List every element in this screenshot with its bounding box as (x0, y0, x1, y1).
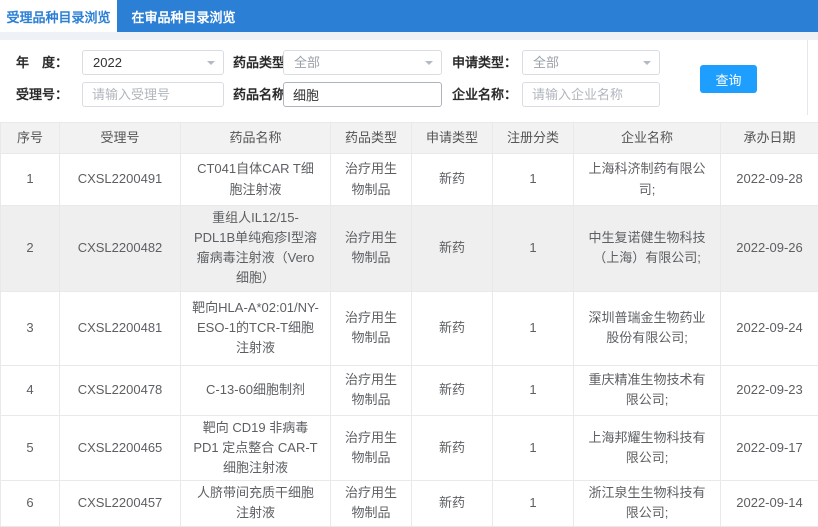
tab-under-review-catalog-label: 在审品种目录浏览 (131, 7, 235, 26)
table-row[interactable]: 1 CXSL2200491 CT041自体CAR T细胞注射液 治疗用生物制品 … (1, 154, 818, 206)
drug-name-input[interactable] (283, 82, 442, 107)
cell-reg-class: 1 (493, 480, 574, 526)
cell-accept-no: CXSL2200482 (60, 206, 181, 292)
header-reg-class: 注册分类 (493, 123, 574, 154)
cell-company: 重庆精准生物技术有限公司; (574, 365, 721, 415)
cell-date: 2022-09-23 (721, 365, 818, 415)
cell-reg-class: 1 (493, 154, 574, 206)
header-drug-type: 药品类型 (331, 123, 412, 154)
table-row[interactable]: 5 CXSL2200465 靶向 CD19 非病毒 PD1 定点整合 CAR-T… (1, 415, 818, 480)
tab-accepted-catalog-label: 受理品种目录浏览 (6, 7, 110, 26)
cell-accept-no: CXSL2200478 (60, 365, 181, 415)
results-table-wrapper: 序号 受理号 药品名称 药品类型 申请类型 注册分类 企业名称 承办日期 1 C… (0, 122, 818, 527)
tab-accepted-catalog[interactable]: 受理品种目录浏览 (0, 0, 117, 32)
tab-bar: 受理品种目录浏览 在审品种目录浏览 (0, 0, 818, 32)
chevron-down-icon (425, 61, 433, 69)
divider (0, 32, 818, 40)
year-label: 年 度： (16, 50, 68, 75)
cell-drug-type: 治疗用生物制品 (331, 415, 412, 480)
cell-accept-no: CXSL2200457 (60, 480, 181, 526)
header-apply-type: 申请类型 (412, 123, 493, 154)
cell-apply-type: 新药 (412, 365, 493, 415)
cell-drug-name: 靶向 CD19 非病毒 PD1 定点整合 CAR-T 细胞注射液 (181, 415, 331, 480)
cell-drug-type: 治疗用生物制品 (331, 206, 412, 292)
cell-no: 5 (1, 415, 60, 480)
cell-company: 浙江泉生生物科技有限公司; (574, 480, 721, 526)
cell-drug-name: CT041自体CAR T细胞注射液 (181, 154, 331, 206)
table-header-row: 序号 受理号 药品名称 药品类型 申请类型 注册分类 企业名称 承办日期 (1, 123, 818, 154)
table-row[interactable]: 6 CXSL2200457 人脐带间充质干细胞注射液 治疗用生物制品 新药 1 … (1, 480, 818, 526)
cell-no: 4 (1, 365, 60, 415)
cell-drug-type: 治疗用生物制品 (331, 365, 412, 415)
apply-type-select-value: 全部 (533, 51, 559, 74)
accept-no-label: 受理号： (16, 82, 68, 107)
apply-type-label: 申请类型： (452, 50, 517, 75)
table-row[interactable]: 3 CXSL2200481 靶向HLA-A*02:01/NY-ESO-1的TCR… (1, 291, 818, 365)
cell-no: 6 (1, 480, 60, 526)
cell-reg-class: 1 (493, 415, 574, 480)
cell-drug-name: 靶向HLA-A*02:01/NY-ESO-1的TCR-T细胞注射液 (181, 291, 331, 365)
header-accept-no: 受理号 (60, 123, 181, 154)
cell-reg-class: 1 (493, 291, 574, 365)
table-row[interactable]: 4 CXSL2200478 C-13-60细胞制剂 治疗用生物制品 新药 1 重… (1, 365, 818, 415)
tab-under-review-catalog[interactable]: 在审品种目录浏览 (117, 0, 250, 32)
cell-no: 2 (1, 206, 60, 292)
chevron-down-icon (643, 61, 651, 69)
apply-type-select[interactable]: 全部 (522, 50, 660, 75)
chevron-down-icon (207, 61, 215, 69)
cell-no: 3 (1, 291, 60, 365)
cell-drug-type: 治疗用生物制品 (331, 480, 412, 526)
results-table: 序号 受理号 药品名称 药品类型 申请类型 注册分类 企业名称 承办日期 1 C… (0, 122, 818, 527)
cell-apply-type: 新药 (412, 206, 493, 292)
cell-drug-type: 治疗用生物制品 (331, 291, 412, 365)
cell-drug-name: 重组人IL12/15-PDL1B单纯疱疹Ⅰ型溶瘤病毒注射液（Vero细胞） (181, 206, 331, 292)
cell-reg-class: 1 (493, 365, 574, 415)
cell-date: 2022-09-26 (721, 206, 818, 292)
cell-apply-type: 新药 (412, 480, 493, 526)
filter-panel: 年 度： 2022 药品类型： 全部 申请类型： 全部 受理号： 药品名称： 企… (0, 40, 808, 115)
company-label: 企业名称： (452, 82, 517, 107)
cell-no: 1 (1, 154, 60, 206)
cell-date: 2022-09-28 (721, 154, 818, 206)
cell-drug-name: 人脐带间充质干细胞注射液 (181, 480, 331, 526)
cell-company: 深圳普瑞金生物药业股份有限公司; (574, 291, 721, 365)
cell-date: 2022-09-24 (721, 291, 818, 365)
cell-company: 上海科济制药有限公司; (574, 154, 721, 206)
query-button[interactable]: 查询 (700, 65, 757, 93)
accept-no-input[interactable] (82, 82, 224, 107)
header-date: 承办日期 (721, 123, 818, 154)
cell-date: 2022-09-17 (721, 415, 818, 480)
cell-apply-type: 新药 (412, 415, 493, 480)
header-no: 序号 (1, 123, 60, 154)
cell-date: 2022-09-14 (721, 480, 818, 526)
header-drug-name: 药品名称 (181, 123, 331, 154)
header-company: 企业名称 (574, 123, 721, 154)
year-select[interactable]: 2022 (82, 50, 224, 75)
drug-type-select[interactable]: 全部 (283, 50, 442, 75)
cell-drug-name: C-13-60细胞制剂 (181, 365, 331, 415)
cell-drug-type: 治疗用生物制品 (331, 154, 412, 206)
cell-accept-no: CXSL2200465 (60, 415, 181, 480)
cell-company: 上海邦耀生物科技有限公司; (574, 415, 721, 480)
cell-accept-no: CXSL2200491 (60, 154, 181, 206)
year-select-value: 2022 (93, 51, 122, 74)
cell-apply-type: 新药 (412, 154, 493, 206)
table-row[interactable]: 2 CXSL2200482 重组人IL12/15-PDL1B单纯疱疹Ⅰ型溶瘤病毒… (1, 206, 818, 292)
company-input[interactable] (522, 82, 660, 107)
cell-apply-type: 新药 (412, 291, 493, 365)
cell-accept-no: CXSL2200481 (60, 291, 181, 365)
tab-bar-filler (250, 0, 818, 32)
cell-company: 中生复诺健生物科技（上海）有限公司; (574, 206, 721, 292)
cell-reg-class: 1 (493, 206, 574, 292)
drug-type-select-value: 全部 (294, 51, 320, 74)
